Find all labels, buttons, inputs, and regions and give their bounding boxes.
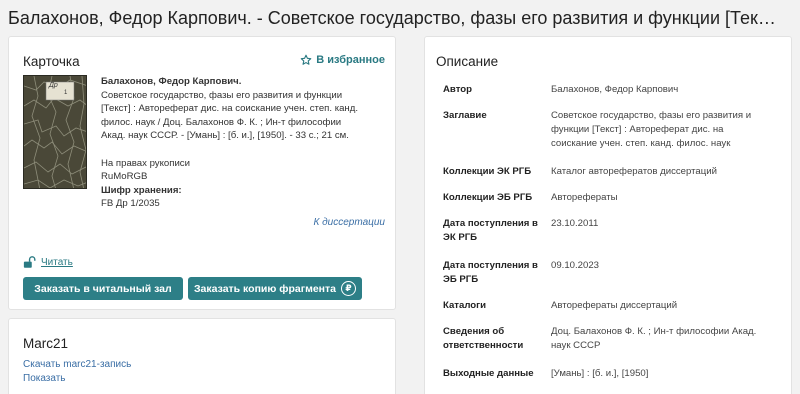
order-reading-room-label: Заказать в читальный зал <box>34 282 172 295</box>
description-key: Коллекции ЭБ РГБ <box>443 192 533 203</box>
description-row: Каталоги Авторефераты диссертаций <box>443 299 783 313</box>
favorite-button[interactable]: В избранное <box>300 54 385 66</box>
description-value: Авторефераты <box>551 192 618 203</box>
marc-show-link[interactable]: Показать <box>23 373 66 384</box>
description-row: Дата поступления в ЭБ РГБ 09.10.2023 <box>443 259 783 287</box>
card-record: Балахонов, Федор Карпович. Советское гос… <box>101 75 385 211</box>
description-key: Каталоги <box>443 300 487 311</box>
shelfmark-label: Шифр хранения: <box>101 184 182 196</box>
description-value: [Умань] : [б. и.], [1950] <box>551 368 649 379</box>
order-copy-button[interactable]: Заказать копию фрагмента ₽ <box>188 277 362 300</box>
description-value: Каталог авторефератов диссертаций <box>551 166 717 177</box>
order-reading-room-button[interactable]: Заказать в читальный зал <box>23 277 183 300</box>
order-copy-label: Заказать копию фрагмента <box>193 282 337 295</box>
description-row: Выходные данные [Умань] : [б. и.], [1950… <box>443 367 783 381</box>
description-key: Выходные данные <box>443 368 534 379</box>
marc-panel: Marc21 Скачать marc21-запись Показать <box>8 318 396 394</box>
description-row: Коллекции ЭБ РГБ Авторефераты <box>443 191 783 205</box>
favorite-label: В избранное <box>316 54 385 66</box>
read-label: Читать <box>41 257 73 268</box>
read-link[interactable]: Читать <box>23 256 73 269</box>
library-code: RuMoRGB <box>101 171 148 183</box>
description-row: Сведения об ответственности Доц. Балахон… <box>443 325 783 353</box>
description-value: 23.10.2011 <box>551 218 599 229</box>
description-row: Коллекции ЭК РГБ Каталог авторефератов д… <box>443 165 783 179</box>
description-row: Заглавие Советское государство, фазы его… <box>443 109 783 151</box>
card-description-line: Советское государство, фазы его развития… <box>101 89 343 101</box>
open-lock-icon <box>23 256 36 268</box>
document-thumbnail[interactable]: Др 1 <box>23 75 87 189</box>
marc-title: Marc21 <box>23 336 69 351</box>
description-key: Коллекции ЭК РГБ <box>443 166 532 177</box>
description-key: Сведения об ответственности <box>443 326 524 351</box>
description-key: Заглавие <box>443 110 487 121</box>
description-key: Дата поступления в ЭК РГБ <box>443 218 538 243</box>
description-key: Дата поступления в ЭБ РГБ <box>443 260 538 285</box>
dissertation-link[interactable]: К диссертации <box>313 217 385 228</box>
star-outline-icon <box>300 54 312 65</box>
ruble-icon: ₽ <box>341 281 357 296</box>
card-title: Карточка <box>23 54 80 69</box>
description-key: Автор <box>443 84 472 95</box>
description-title: Описание <box>436 54 499 69</box>
description-panel: Описание Автор Балахонов, Федор Карпович… <box>424 36 792 394</box>
shelfmark-value: FB Др 1/2035 <box>101 198 160 210</box>
page-title: Балахонов, Федор Карпович. - Советское г… <box>8 8 776 28</box>
card-panel: Карточка В избранное Др 1 Балахонов, Фед… <box>8 36 396 310</box>
description-row: Автор Балахонов, Федор Карпович <box>443 83 783 97</box>
description-value: 09.10.2023 <box>551 260 600 271</box>
marc-download-link[interactable]: Скачать marc21-запись <box>23 359 131 370</box>
card-description-line: филос. наук / Доц. Балахонов Ф. К. ; Ин-… <box>101 116 342 128</box>
description-value: Балахонов, Федор Карпович <box>551 84 679 95</box>
card-author: Балахонов, Федор Карпович. <box>101 76 242 87</box>
card-description-line: [Текст] : Автореферат дис. на соискание … <box>101 103 358 115</box>
thumb-label-line1: Др <box>49 82 58 89</box>
card-description-line: Акад. наук СССР. - [Умань] : [б. и.], [1… <box>101 130 349 142</box>
description-row: Дата поступления в ЭК РГБ 23.10.2011 <box>443 217 783 245</box>
description-value: Советское государство, фазы его развития… <box>551 110 752 149</box>
description-value: Авторефераты диссертаций <box>551 300 678 311</box>
rights-note: На правах рукописи <box>101 157 190 169</box>
thumb-label-line2: 1 <box>64 90 68 96</box>
description-value: Доц. Балахонов Ф. К. ; Ин-т философии Ак… <box>551 326 757 351</box>
